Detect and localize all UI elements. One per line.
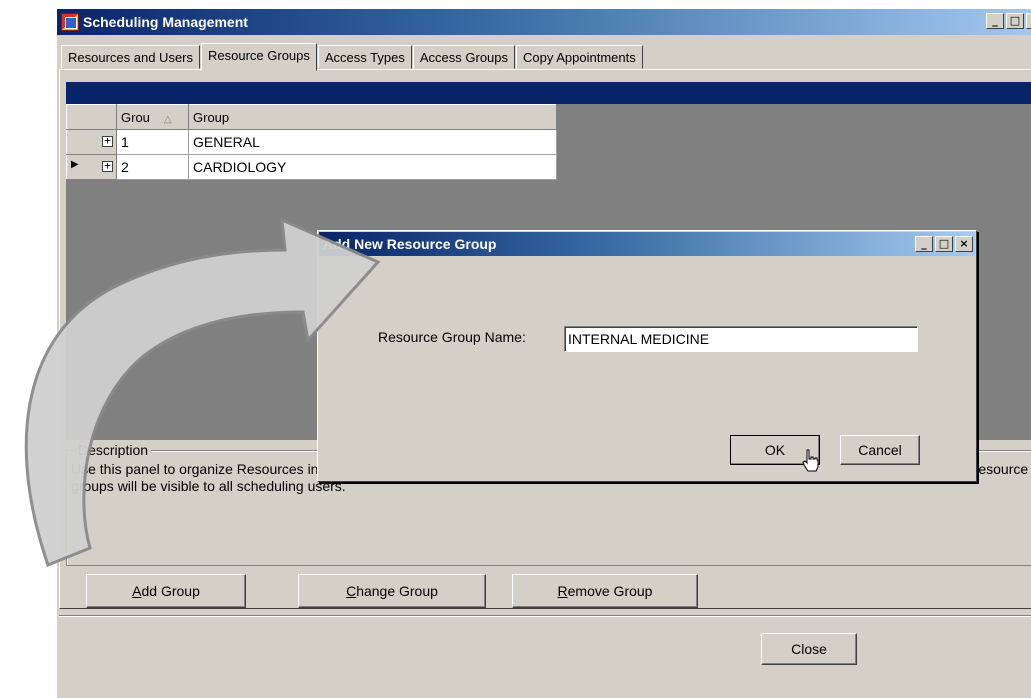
caption-buttons: _ □ × [986,13,1031,29]
add-group-label: dd Group [141,583,200,599]
cell-group-id[interactable]: 2 [116,154,189,180]
hand-cursor-icon [802,449,819,472]
cell-group-id[interactable]: 1 [116,129,189,155]
resource-group-name-input[interactable]: INTERNAL MEDICINE [564,326,918,352]
expand-icon[interactable]: + [102,160,113,172]
maximize-button[interactable]: □ [1006,13,1024,29]
change-group-accel: C [346,583,357,599]
footer-divider [59,615,1031,617]
close-button[interactable]: Close [761,633,857,665]
sort-indicator-icon: △ [163,113,172,125]
cell-group-name[interactable]: GENERAL [188,129,557,155]
tab-resource-groups[interactable]: Resource Groups [201,43,317,71]
app-icon [61,13,79,31]
column-header-id-label: Grou [121,109,150,125]
dialog-caption-buttons: _ □ × [915,236,973,252]
close-window-button[interactable]: × [1026,13,1031,29]
window-title: Scheduling Management [83,14,248,30]
expand-icon[interactable]: + [102,135,113,147]
add-group-button[interactable]: Add Group [86,574,246,608]
groups-table: Grou △ Group + 1 GENERAL ▶ + 2 CARDIOLOGY [66,104,557,180]
grid-header-row: Grou △ Group [66,104,557,130]
grid-caption-bar [66,82,1031,104]
remove-group-label: emove Group [567,583,653,599]
current-row-icon: ▶ [71,159,79,170]
row-header[interactable]: ▶ + [66,154,117,180]
row-header-corner [66,104,117,130]
dialog-minimize-button[interactable]: _ [915,236,933,252]
resource-group-name-label: Resource Group Name: [378,329,526,345]
table-row[interactable]: ▶ + 2 CARDIOLOGY [66,154,557,180]
table-row[interactable]: + 1 GENERAL [66,129,557,155]
tab-access-groups[interactable]: Access Groups [412,45,516,69]
remove-group-accel: R [557,583,568,599]
cancel-button[interactable]: Cancel [840,435,920,465]
description-legend: Description [75,442,152,458]
change-group-button[interactable]: Change Group [298,574,486,608]
add-resource-group-dialog: Add New Resource Group _ □ × Resource Gr… [317,230,977,482]
tab-resources-and-users[interactable]: Resources and Users [61,45,200,69]
minimize-button[interactable]: _ [986,13,1004,29]
dialog-titlebar[interactable]: Add New Resource Group _ □ × [319,232,975,256]
tab-copy-appointments[interactable]: Copy Appointments [516,45,643,69]
row-header[interactable]: + [66,129,117,155]
column-header-id[interactable]: Grou △ [116,104,189,130]
tab-strip: Resources and Users Resource Groups Acce… [61,43,644,71]
tab-access-types[interactable]: Access Types [317,45,412,69]
dialog-maximize-button[interactable]: □ [935,236,953,252]
main-titlebar[interactable]: Scheduling Management _ □ × [57,9,1031,35]
add-group-accel: A [132,583,142,599]
cell-group-name[interactable]: CARDIOLOGY [188,154,557,180]
column-header-group[interactable]: Group [188,104,557,130]
change-group-label: hange Group [356,583,438,599]
dialog-close-button[interactable]: × [955,236,973,252]
remove-group-button[interactable]: Remove Group [512,574,698,608]
dialog-title: Add New Resource Group [323,236,497,252]
